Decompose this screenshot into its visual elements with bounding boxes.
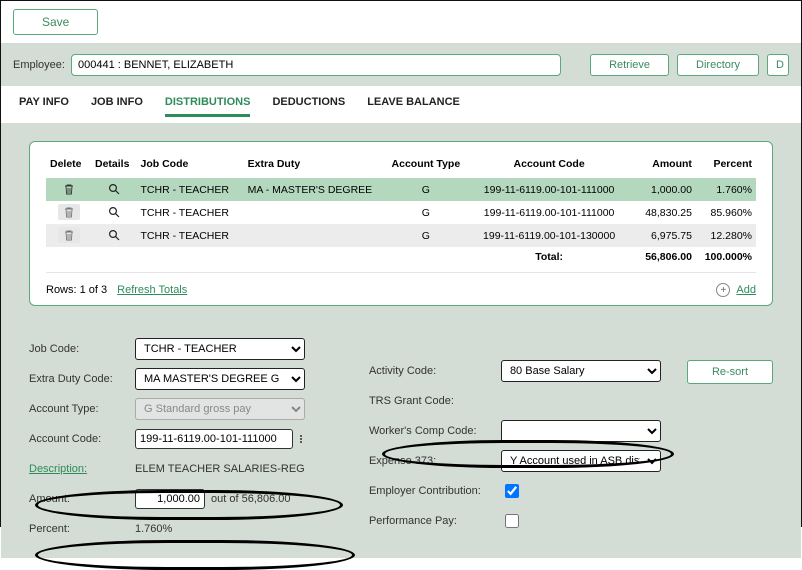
employee-label: Employee:	[13, 59, 65, 71]
total-label: Total:	[469, 247, 630, 266]
magnify-icon[interactable]	[103, 227, 125, 243]
employer-contribution-checkbox[interactable]	[505, 484, 519, 498]
tab-leave-balance[interactable]: LEAVE BALANCE	[367, 96, 460, 117]
amount-label: Amount:	[29, 493, 129, 505]
total-row: Total: 56,806.00 100.000%	[46, 247, 756, 266]
detail-form: Job Code: TCHR - TEACHER Extra Duty Code…	[1, 310, 801, 558]
percent-value: 1.760%	[135, 523, 172, 535]
directory-button[interactable]: Directory	[677, 54, 759, 76]
unknown-button[interactable]: D	[767, 54, 789, 76]
col-acct-code: Account Code	[469, 154, 630, 178]
account-code-input[interactable]	[135, 429, 293, 449]
account-type-label: Account Type:	[29, 403, 129, 415]
col-delete: Delete	[46, 154, 91, 178]
cell-extra	[244, 224, 383, 247]
total-percent: 100.000%	[696, 247, 756, 266]
refresh-totals-link[interactable]: Refresh Totals	[117, 284, 187, 296]
cell-type: G	[383, 201, 469, 224]
distributions-grid: Delete Details Job Code Extra Duty Accou…	[46, 154, 756, 266]
cell-job: TCHR - TEACHER	[136, 224, 243, 247]
performance-pay-label: Performance Pay:	[369, 515, 495, 527]
table-row[interactable]: TCHR - TEACHER MA - MASTER'S DEGREE G 19…	[46, 178, 756, 201]
retrieve-button[interactable]: Retrieve	[590, 54, 669, 76]
add-link[interactable]: Add	[736, 284, 756, 296]
description-value: ELEM TEACHER SALARIES-REG	[135, 463, 305, 475]
resort-button[interactable]: Re-sort	[687, 360, 773, 384]
cell-job: TCHR - TEACHER	[136, 201, 243, 224]
total-amount: 56,806.00	[629, 247, 695, 266]
cell-type: G	[383, 224, 469, 247]
distributions-panel: Delete Details Job Code Extra Duty Accou…	[29, 141, 773, 306]
trash-icon[interactable]	[58, 181, 80, 197]
trash-icon[interactable]	[58, 204, 80, 220]
trash-icon[interactable]	[58, 227, 80, 243]
col-percent: Percent	[696, 154, 756, 178]
cell-code: 199-11-6119.00-101-130000	[469, 224, 630, 247]
tab-pay-info[interactable]: PAY INFO	[19, 96, 69, 117]
employee-input[interactable]	[71, 54, 561, 76]
cell-code: 199-11-6119.00-101-111000	[469, 178, 630, 201]
cell-percent: 12.280%	[696, 224, 756, 247]
cell-extra: MA - MASTER'S DEGREE	[244, 178, 383, 201]
cell-type: G	[383, 178, 469, 201]
cell-percent: 85.960%	[696, 201, 756, 224]
employee-bar: Employee: Retrieve Directory D	[1, 44, 801, 86]
cell-job: TCHR - TEACHER	[136, 178, 243, 201]
cell-extra	[244, 201, 383, 224]
magnify-icon[interactable]	[103, 204, 125, 220]
job-code-select[interactable]: TCHR - TEACHER	[135, 338, 305, 360]
extra-duty-select[interactable]: MA MASTER'S DEGREE G	[135, 368, 305, 390]
amount-suffix: out of 56,806.00	[211, 493, 291, 505]
amount-input[interactable]	[135, 489, 205, 509]
lookup-icon[interactable]	[299, 435, 303, 443]
extra-duty-label: Extra Duty Code:	[29, 373, 129, 385]
table-row[interactable]: TCHR - TEACHER G 199-11-6119.00-101-1110…	[46, 201, 756, 224]
trs-grant-label: TRS Grant Code:	[369, 395, 495, 407]
col-acct-type: Account Type	[383, 154, 469, 178]
cell-code: 199-11-6119.00-101-111000	[469, 201, 630, 224]
account-code-label: Account Code:	[29, 433, 129, 445]
cell-percent: 1.760%	[696, 178, 756, 201]
expense-373-label: Expense 373:	[369, 455, 495, 467]
col-job: Job Code	[136, 154, 243, 178]
cell-amount: 48,830.25	[629, 201, 695, 224]
expense-373-select[interactable]: Y Account used in ASB distr	[501, 450, 661, 472]
table-row[interactable]: TCHR - TEACHER G 199-11-6119.00-101-1300…	[46, 224, 756, 247]
tab-bar: PAY INFO JOB INFO DISTRIBUTIONS DEDUCTIO…	[1, 86, 801, 117]
workers-comp-select[interactable]	[501, 420, 661, 442]
cell-amount: 1,000.00	[629, 178, 695, 201]
tab-distributions[interactable]: DISTRIBUTIONS	[165, 96, 251, 117]
job-code-label: Job Code:	[29, 343, 129, 355]
col-amount: Amount	[629, 154, 695, 178]
save-button[interactable]: Save	[13, 9, 98, 35]
plus-icon[interactable]: +	[716, 283, 730, 297]
col-extra: Extra Duty	[244, 154, 383, 178]
performance-pay-checkbox[interactable]	[505, 514, 519, 528]
rows-count: Rows: 1 of 3	[46, 284, 107, 296]
col-details: Details	[91, 154, 136, 178]
account-type-select: G Standard gross pay	[135, 398, 305, 420]
tab-job-info[interactable]: JOB INFO	[91, 96, 143, 117]
magnify-icon[interactable]	[103, 181, 125, 197]
activity-code-label: Activity Code:	[369, 365, 495, 377]
activity-code-select[interactable]: 80 Base Salary	[501, 360, 661, 382]
employer-contribution-label: Employer Contribution:	[369, 485, 495, 497]
description-link[interactable]: Description:	[29, 463, 129, 475]
percent-label: Percent:	[29, 523, 129, 535]
workers-comp-label: Worker's Comp Code:	[369, 425, 495, 437]
tab-deductions[interactable]: DEDUCTIONS	[272, 96, 345, 117]
cell-amount: 6,975.75	[629, 224, 695, 247]
